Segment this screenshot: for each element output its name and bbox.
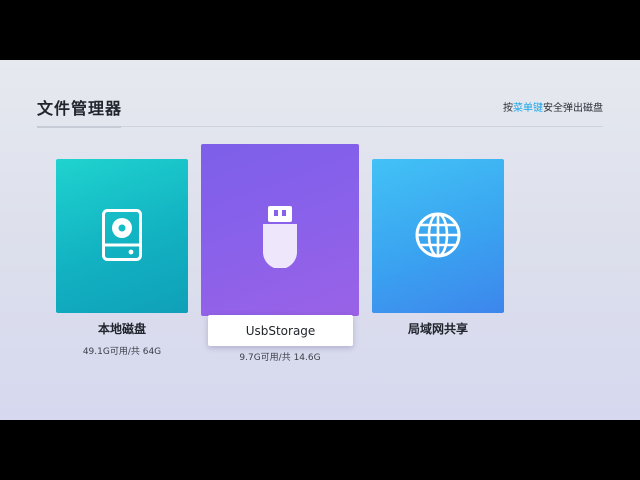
- drive-capacity-usb-storage: 9.7G可用/共 14.6G: [239, 353, 321, 363]
- drive-name-usb-storage: UsbStorage: [245, 323, 316, 338]
- drive-card-usb-storage[interactable]: [201, 144, 359, 316]
- drive-card-local-disk[interactable]: [56, 159, 188, 313]
- drive-name-lan-share: 局域网共享: [407, 322, 468, 336]
- title-underline: [37, 126, 121, 128]
- tv-screen: 文件管理器 按菜单键安全弹出磁盘 本地磁盘 49.1G可用/共 64G UsbS…: [0, 0, 640, 480]
- hint-menu-key: 菜单键: [513, 103, 543, 114]
- letterbox-top: [0, 0, 640, 60]
- header-divider: [121, 126, 603, 127]
- usb-drive-icon: [201, 204, 359, 268]
- hard-disk-icon: [56, 209, 188, 261]
- drive-card-lan-share[interactable]: [372, 159, 504, 313]
- drive-capacity-local-disk: 49.1G可用/共 64G: [82, 347, 162, 357]
- page-title: 文件管理器: [37, 99, 123, 118]
- letterbox-bottom: [0, 420, 640, 480]
- hint-suffix: 安全弹出磁盘: [543, 103, 603, 114]
- drive-name-plate-usb-storage: UsbStorage: [208, 315, 353, 346]
- file-manager-app: 文件管理器 按菜单键安全弹出磁盘 本地磁盘 49.1G可用/共 64G UsbS…: [0, 60, 640, 420]
- drive-name-local-disk: 本地磁盘: [97, 322, 146, 336]
- hint-prefix: 按: [503, 103, 513, 114]
- eject-hint: 按菜单键安全弹出磁盘: [503, 99, 603, 114]
- globe-icon: [372, 211, 504, 259]
